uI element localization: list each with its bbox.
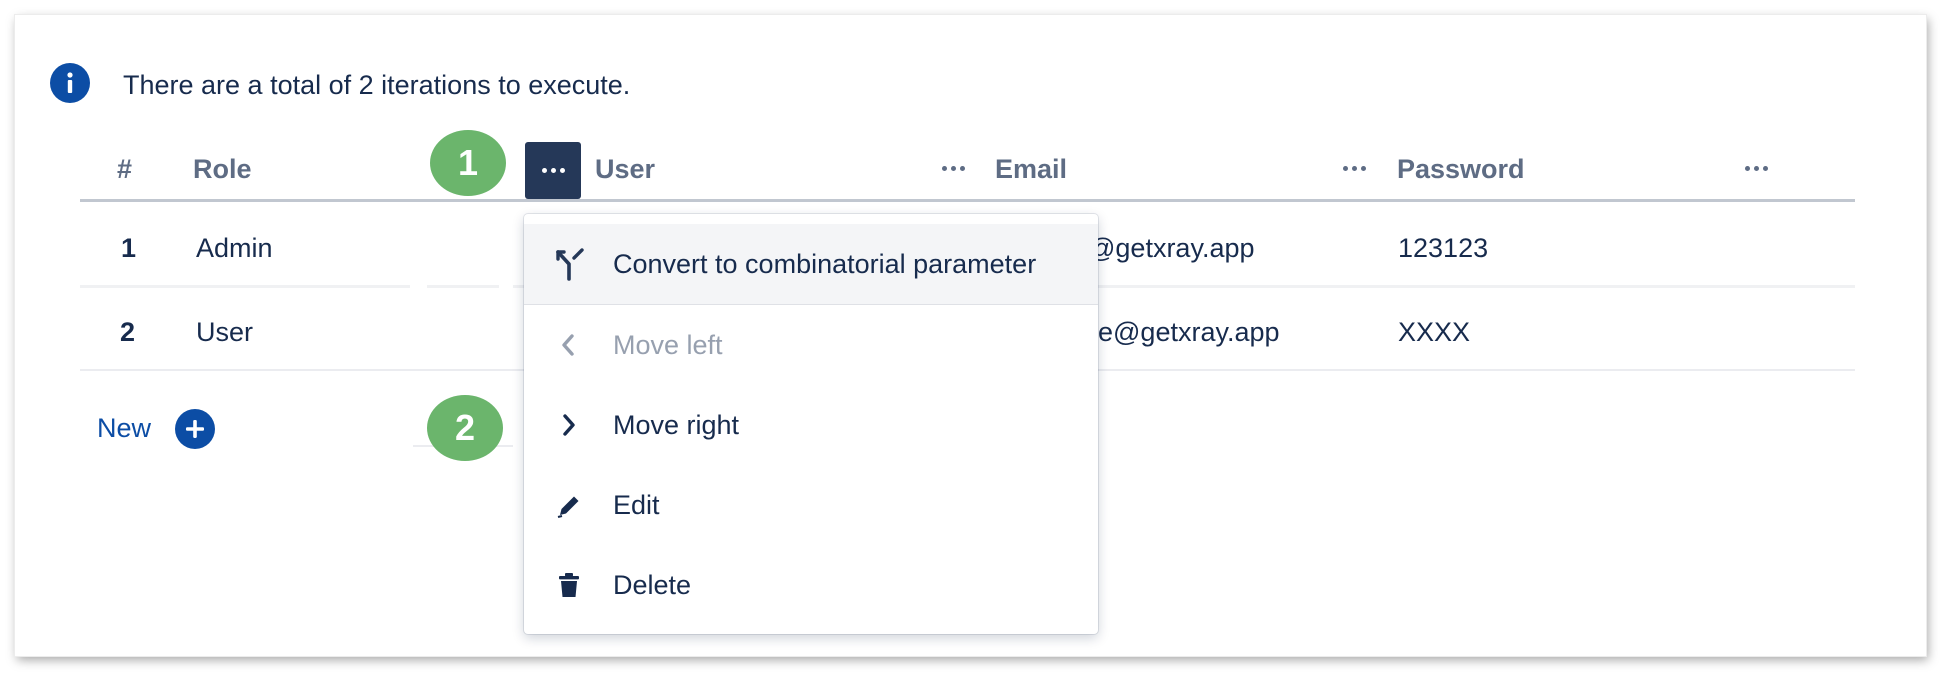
new-row-link[interactable]: New [97, 413, 151, 444]
combinatorial-icon [552, 247, 586, 281]
menu-item-label: Delete [613, 569, 692, 600]
menu-item-edit[interactable]: Edit [524, 465, 1098, 545]
row-divider [80, 369, 525, 371]
column-header-role[interactable]: Role [193, 154, 252, 185]
password-cell[interactable]: 123123 [1398, 233, 1488, 264]
step-badge: 2 [427, 395, 503, 461]
row-divider [80, 285, 410, 288]
iterations-info-text: There are a total of 2 iterations to exe… [123, 70, 631, 100]
menu-item-convert-combinatorial[interactable]: Convert to combinatorial parameter [524, 224, 1098, 304]
menu-item-label: Convert to combinatorial parameter [613, 248, 1037, 279]
role-cell[interactable]: Admin [196, 233, 273, 264]
info-icon [50, 63, 90, 103]
password-cell[interactable]: XXXX [1398, 317, 1470, 348]
row-divider [1098, 369, 1855, 371]
chevron-right-icon [552, 408, 586, 442]
email-cell[interactable]: e@getxray.app [1098, 317, 1280, 348]
add-row-icon[interactable] [175, 409, 215, 449]
menu-item-label: Edit [613, 489, 660, 520]
header-divider [80, 199, 1855, 202]
row-divider [427, 285, 499, 288]
role-column-menu-button[interactable] [525, 142, 581, 199]
row-index: 1 [121, 233, 137, 263]
email-cell[interactable]: @getxray.app [1088, 233, 1255, 264]
column-actions-menu: Convert to combinatorial parameter Move … [524, 214, 1098, 634]
column-header-password[interactable]: Password [1397, 154, 1525, 185]
column-header-user[interactable]: User [595, 154, 655, 185]
menu-item-move-right[interactable]: Move right [524, 385, 1098, 465]
row-index: 2 [120, 317, 136, 347]
menu-item-delete[interactable]: Delete [524, 545, 1098, 625]
step-badge: 1 [430, 130, 506, 196]
pencil-icon [552, 488, 586, 522]
chevron-left-icon [552, 328, 586, 362]
password-column-menu-button[interactable] [1734, 156, 1778, 180]
trash-icon [552, 568, 586, 602]
column-header-index: # [117, 154, 133, 184]
role-cell[interactable]: User [196, 317, 253, 348]
menu-item-move-left[interactable]: Move left [524, 305, 1098, 385]
row-divider [1098, 285, 1855, 288]
menu-item-label: Move right [613, 409, 740, 440]
menu-item-label: Move left [613, 329, 723, 360]
user-column-menu-button[interactable] [931, 156, 975, 180]
email-column-menu-button[interactable] [1332, 156, 1376, 180]
column-header-email[interactable]: Email [995, 154, 1067, 185]
